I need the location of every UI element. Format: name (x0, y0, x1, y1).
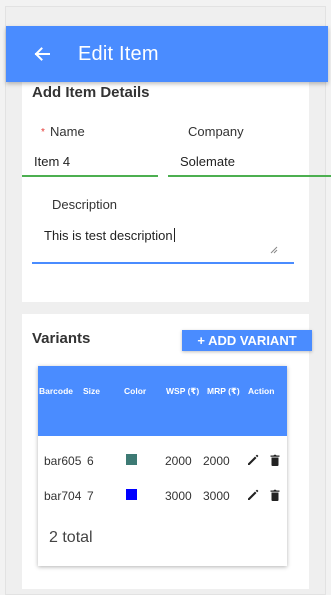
row-count: 2 total (49, 529, 93, 546)
delete-icon[interactable] (268, 488, 282, 502)
name-label: Name (50, 124, 85, 139)
column-header-barcode[interactable]: Barcode (39, 386, 73, 396)
description-textarea[interactable]: This is test description (32, 212, 294, 264)
cell-mrp: 2000 (203, 454, 230, 468)
description-text: This is test description (44, 228, 175, 243)
back-button[interactable] (28, 40, 56, 68)
cell-mrp: 3000 (203, 489, 230, 503)
column-header-mrp[interactable]: MRP (₹) (207, 386, 240, 397)
table-header: Barcode Size Color WSP (₹) MRP (₹) Actio… (38, 366, 287, 436)
delete-icon[interactable] (268, 453, 282, 467)
arrow-left-icon (34, 47, 50, 61)
company-input[interactable]: Solemate (180, 154, 235, 169)
variants-card: Variants + ADD VARIANT Barcode Size Colo… (22, 314, 312, 589)
column-header-action: Action (248, 386, 275, 396)
page-title: Edit Item (78, 42, 159, 65)
item-details-card: Add Item Details * Name Item 4 Company S… (22, 82, 331, 302)
edit-icon[interactable] (246, 488, 260, 502)
name-underline (22, 175, 158, 177)
company-label: Company (188, 124, 244, 139)
company-field[interactable]: Company Solemate (168, 118, 331, 178)
company-underline (168, 175, 331, 177)
name-input[interactable]: Item 4 (34, 154, 70, 169)
resize-grip-icon[interactable] (270, 246, 278, 254)
cell-barcode: bar605 (44, 454, 82, 468)
cell-wsp: 3000 (165, 489, 192, 503)
text-caret (173, 228, 175, 242)
required-marker: * (41, 127, 45, 138)
column-header-wsp[interactable]: WSP (₹) (166, 386, 199, 397)
cell-size: 6 (87, 454, 94, 468)
description-value: This is test description (44, 228, 173, 243)
cell-barcode: bar704 (44, 489, 82, 503)
color-swatch (126, 454, 137, 465)
app-bar: Edit Item (6, 26, 328, 82)
variants-heading: Variants (32, 330, 91, 347)
name-field[interactable]: * Name Item 4 (22, 118, 160, 178)
edit-icon[interactable] (246, 453, 260, 467)
column-header-size[interactable]: Size (83, 386, 100, 396)
variants-table: Barcode Size Color WSP (₹) MRP (₹) Actio… (38, 366, 287, 566)
table-row: bar704 7 3000 3000 (38, 485, 287, 505)
table-row: bar605 6 2000 2000 (38, 450, 287, 470)
description-label: Description (52, 197, 118, 212)
cell-size: 7 (87, 489, 94, 503)
column-header-color[interactable]: Color (124, 386, 146, 396)
color-swatch (126, 489, 137, 500)
item-details-heading: Add Item Details (32, 84, 150, 101)
cell-wsp: 2000 (165, 454, 192, 468)
add-variant-button[interactable]: + ADD VARIANT (182, 330, 312, 351)
